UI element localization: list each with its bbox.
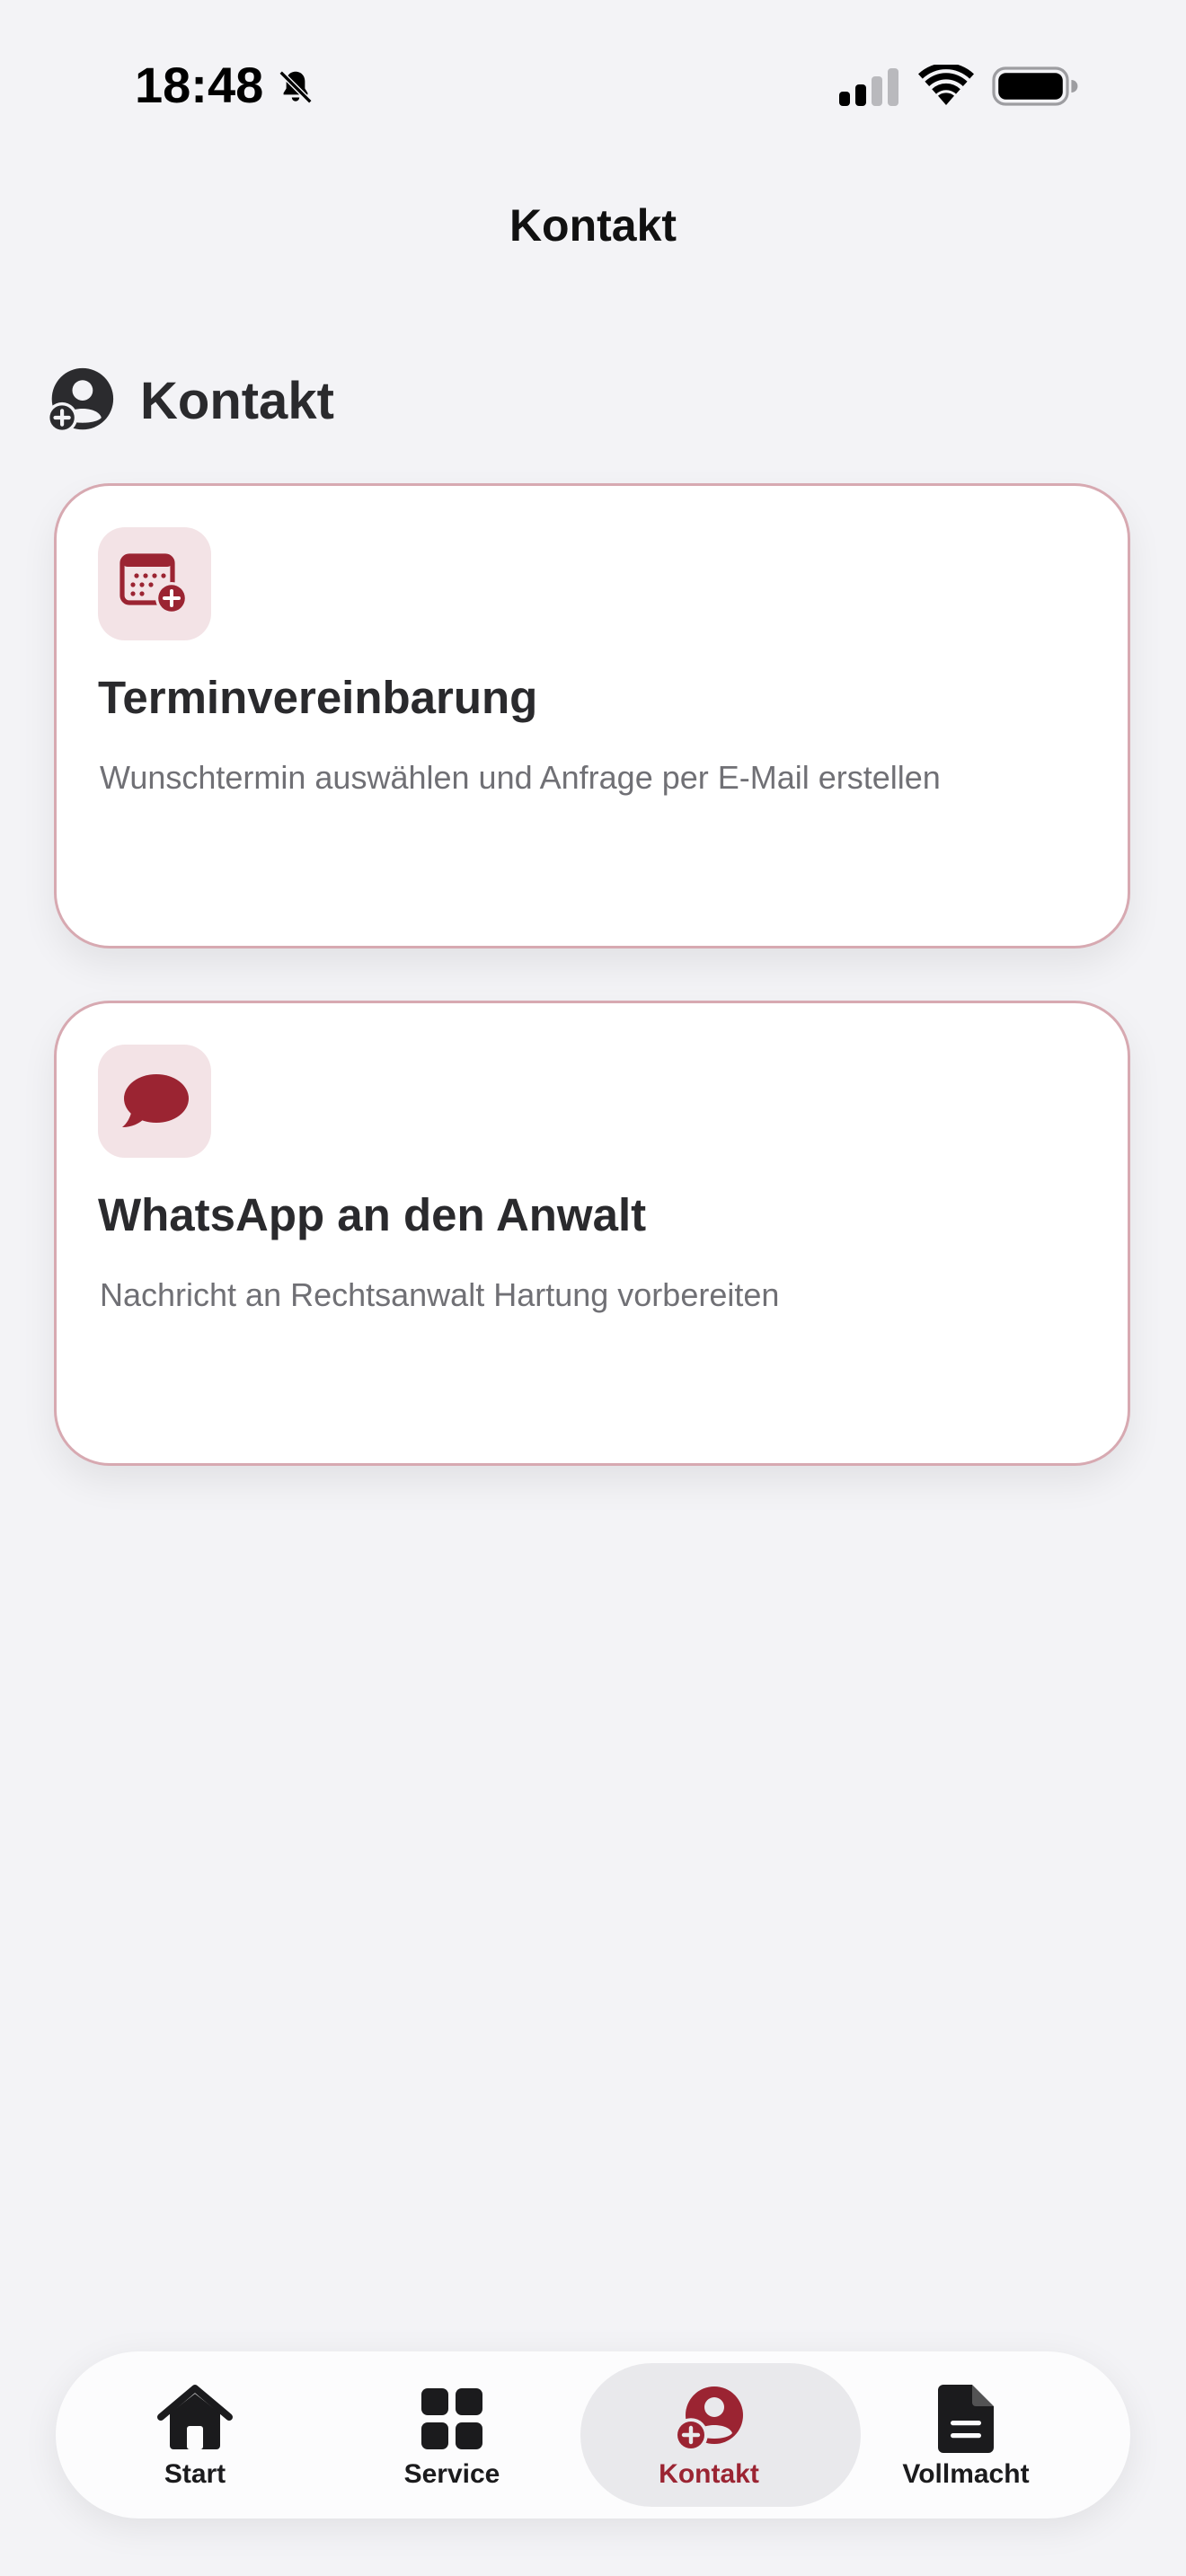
tab-service[interactable]: Service: [323, 2351, 580, 2519]
card-title: Terminvereinbarung: [98, 672, 538, 723]
page-title: Kontakt: [509, 200, 677, 251]
tab-bar: Start Service Kontakt Vollmacht: [56, 2351, 1130, 2519]
calendar-add-icon: [119, 553, 188, 614]
tab-kontakt[interactable]: Kontakt: [580, 2351, 837, 2519]
house-icon: [157, 2384, 233, 2454]
person-add-icon: [47, 367, 114, 434]
tab-label: Start: [164, 2459, 226, 2489]
tab-label: Service: [403, 2459, 500, 2489]
tab-vollmacht[interactable]: Vollmacht: [837, 2351, 1094, 2519]
tab-label: Vollmacht: [902, 2459, 1030, 2489]
person-add-icon: [671, 2384, 747, 2454]
section-title: Kontakt: [140, 371, 334, 430]
section-header: Kontakt: [47, 365, 334, 437]
tab-start[interactable]: Start: [66, 2351, 323, 2519]
status-bar: 18:48: [0, 0, 1186, 171]
card-icon-container: [98, 1045, 211, 1158]
status-time: 18:48: [135, 57, 264, 113]
bell-slash-icon: [279, 70, 313, 104]
chat-bubble-icon: [122, 1074, 189, 1127]
card-description: Nachricht an Rechtsanwalt Hartung vorber…: [100, 1276, 780, 1313]
card-icon-container: [98, 527, 211, 640]
whatsapp-card[interactable]: WhatsApp an den Anwalt Nachricht an Rech…: [54, 1001, 1130, 1466]
card-description: Wunschtermin auswählen und Anfrage per E…: [100, 759, 941, 796]
appointment-card[interactable]: Terminvereinbarung Wunschtermin auswähle…: [54, 483, 1130, 948]
wifi-icon: [918, 65, 974, 105]
cellular-signal-icon: [839, 68, 898, 106]
battery-icon: [992, 66, 1078, 106]
card-title: WhatsApp an den Anwalt: [98, 1189, 647, 1240]
grid-icon: [414, 2384, 490, 2454]
tab-label: Kontakt: [659, 2459, 759, 2489]
document-icon: [928, 2384, 1004, 2454]
